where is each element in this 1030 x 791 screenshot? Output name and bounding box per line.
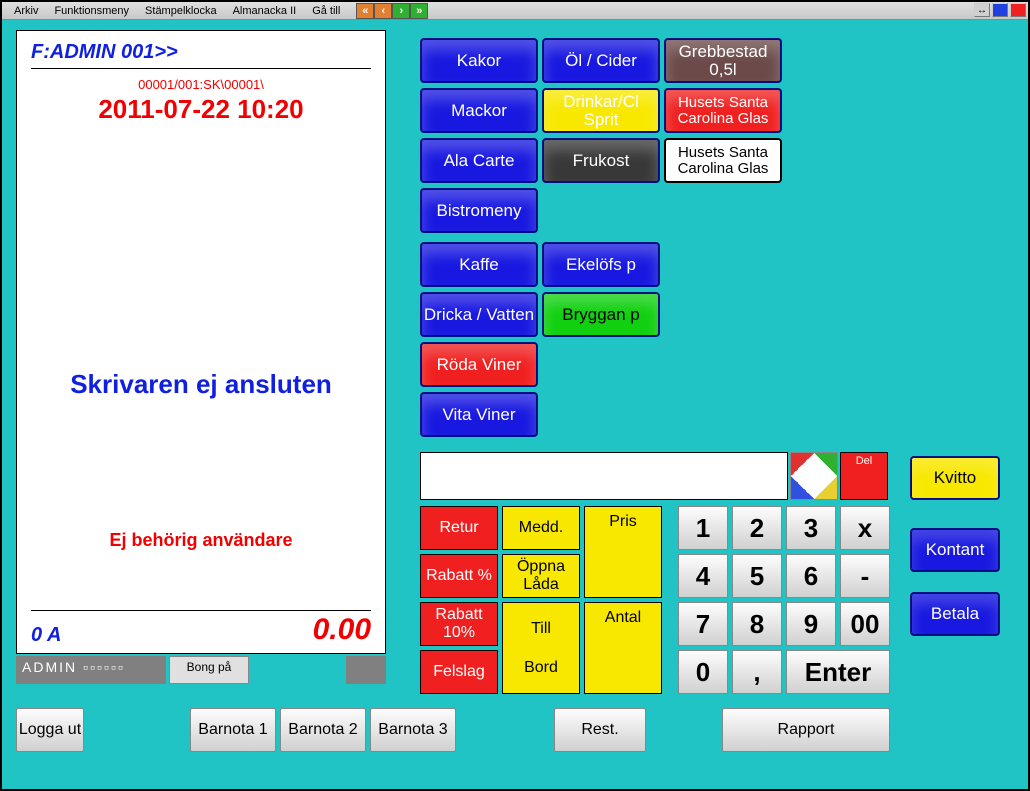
- key-enter[interactable]: Enter: [786, 650, 890, 694]
- nav-buttons: « ‹ › »: [356, 3, 428, 19]
- loggaut-button[interactable]: Logga ut: [16, 708, 84, 752]
- tile-husets-1[interactable]: Husets Santa Carolina Glas: [664, 88, 782, 133]
- key-6[interactable]: 6: [786, 554, 836, 598]
- rabatt-10-button[interactable]: Rabatt 10%: [420, 602, 498, 646]
- medd-button[interactable]: Medd.: [502, 506, 580, 550]
- menubar: Arkiv Funktionsmeny Stämpelklocka Almana…: [2, 2, 1028, 20]
- antal-label: Antal: [605, 609, 641, 627]
- tile-frukost[interactable]: Frukost: [542, 138, 660, 183]
- till-bord-button[interactable]: Till Bord: [502, 602, 580, 694]
- key-4[interactable]: 4: [678, 554, 728, 598]
- menu-arkiv[interactable]: Arkiv: [6, 5, 46, 17]
- felslag-button[interactable]: Felslag: [420, 650, 498, 694]
- menu-funktionsmeny[interactable]: Funktionsmeny: [46, 5, 137, 17]
- nav-next-icon[interactable]: ›: [392, 3, 410, 19]
- display-input[interactable]: [420, 452, 788, 500]
- key-7[interactable]: 7: [678, 602, 728, 646]
- betala-button[interactable]: Betala: [910, 592, 1000, 636]
- key-5[interactable]: 5: [732, 554, 782, 598]
- tile-bryggan[interactable]: Bryggan p: [542, 292, 660, 337]
- bord-label: Bord: [524, 659, 558, 677]
- window-controls: ↔: [974, 3, 1026, 17]
- key-3[interactable]: 3: [786, 506, 836, 550]
- barnota1-button[interactable]: Barnota 1: [190, 708, 276, 752]
- tile-kakor[interactable]: Kakor: [420, 38, 538, 83]
- tile-alacarte[interactable]: Ala Carte: [420, 138, 538, 183]
- kontant-button[interactable]: Kontant: [910, 528, 1000, 572]
- receipt-code: 00001/001:SK\00001\: [31, 77, 371, 92]
- receipt-account: 0 A: [31, 624, 61, 647]
- expand-icon[interactable]: ↔: [974, 3, 990, 17]
- pris-label: Pris: [609, 513, 637, 531]
- status-bar: ADMIN ▫▫▫▫▫▫ Bong på: [16, 656, 386, 684]
- key-00[interactable]: 00: [840, 602, 890, 646]
- key-9[interactable]: 9: [786, 602, 836, 646]
- tile-drinkar[interactable]: Drinkar/Cl Sprit: [542, 88, 660, 133]
- tile-dricka[interactable]: Dricka / Vatten: [420, 292, 538, 337]
- oppna-lada-button[interactable]: Öppna Låda: [502, 554, 580, 598]
- tile-mackor[interactable]: Mackor: [420, 88, 538, 133]
- printer-status: Skrivaren ej ansluten: [31, 369, 371, 400]
- retur-button[interactable]: Retur: [420, 506, 498, 550]
- tile-ol-cider[interactable]: Öl / Cider: [542, 38, 660, 83]
- key-x[interactable]: x: [840, 506, 890, 550]
- tile-vita-viner[interactable]: Vita Viner: [420, 392, 538, 437]
- minimize-icon[interactable]: [992, 3, 1008, 17]
- menu-stampelklocka[interactable]: Stämpelklocka: [137, 5, 225, 17]
- tile-roda-viner[interactable]: Röda Viner: [420, 342, 538, 387]
- del-button[interactable]: Del: [840, 452, 888, 500]
- bong-toggle[interactable]: Bong på: [169, 656, 249, 684]
- nav-prev-icon[interactable]: ‹: [374, 3, 392, 19]
- windows-logo-icon[interactable]: [790, 452, 838, 500]
- kvitto-button[interactable]: Kvitto: [910, 456, 1000, 500]
- status-right: [346, 656, 386, 684]
- tile-husets-2[interactable]: Husets Santa Carolina Glas: [664, 138, 782, 183]
- pris-button[interactable]: Pris: [584, 506, 662, 598]
- key-comma[interactable]: ,: [732, 650, 782, 694]
- tile-bistromeny[interactable]: Bistromeny: [420, 188, 538, 233]
- close-icon[interactable]: [1010, 3, 1026, 17]
- auth-status: Ej behörig användare: [31, 530, 371, 551]
- key-8[interactable]: 8: [732, 602, 782, 646]
- key-0[interactable]: 0: [678, 650, 728, 694]
- barnota3-button[interactable]: Barnota 3: [370, 708, 456, 752]
- rest-button[interactable]: Rest.: [554, 708, 646, 752]
- receipt-panel: F:ADMIN 001>> 00001/001:SK\00001\ 2011-0…: [16, 30, 386, 654]
- key-2[interactable]: 2: [732, 506, 782, 550]
- antal-button[interactable]: Antal: [584, 602, 662, 694]
- receipt-header: F:ADMIN 001>>: [31, 41, 371, 68]
- till-label: Till: [531, 620, 551, 638]
- tile-ekelofs[interactable]: Ekelöfs p: [542, 242, 660, 287]
- receipt-datetime: 2011-07-22 10:20: [31, 94, 371, 125]
- nav-first-icon[interactable]: «: [356, 3, 374, 19]
- key-minus[interactable]: -: [840, 554, 890, 598]
- menu-almanacka[interactable]: Almanacka II: [225, 5, 305, 17]
- tile-kaffe[interactable]: Kaffe: [420, 242, 538, 287]
- status-user: ADMIN ▫▫▫▫▫▫: [16, 656, 166, 684]
- menu-gatill[interactable]: Gå till: [304, 5, 348, 17]
- rabatt-pct-button[interactable]: Rabatt %: [420, 554, 498, 598]
- barnota2-button[interactable]: Barnota 2: [280, 708, 366, 752]
- tile-grebbestad[interactable]: Grebbestad 0,5l: [664, 38, 782, 83]
- rapport-button[interactable]: Rapport: [722, 708, 890, 752]
- receipt-total: 0.00: [313, 613, 371, 647]
- key-1[interactable]: 1: [678, 506, 728, 550]
- nav-last-icon[interactable]: »: [410, 3, 428, 19]
